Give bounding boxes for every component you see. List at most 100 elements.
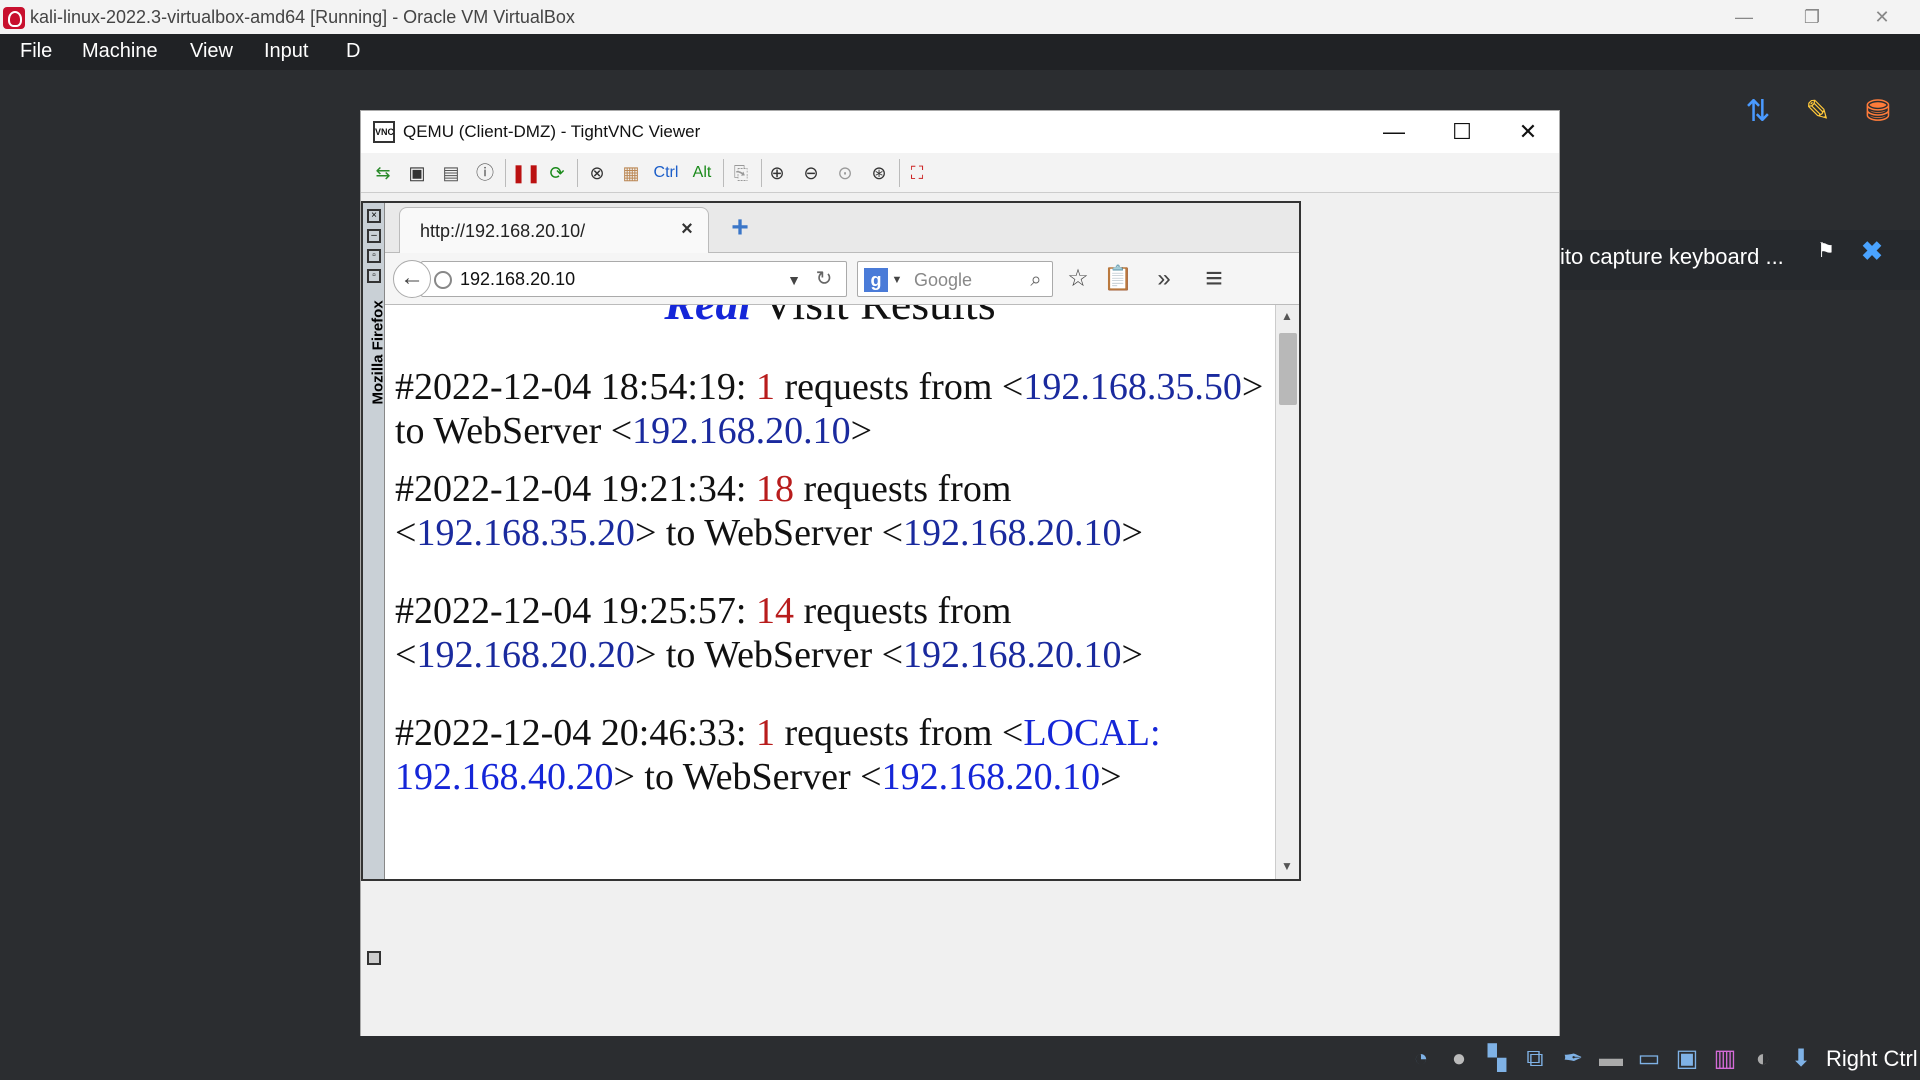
vbox-titlebar: kali-linux-2022.3-virtualbox-amd64 [Runn… [0, 0, 1920, 34]
entry-server-ip: 192.168.20.10 [632, 410, 851, 452]
close-button[interactable]: ✕ [1852, 2, 1912, 32]
new-tab-button[interactable]: + [727, 213, 753, 243]
vnc-window-title: QEMU (Client-DMZ) - TightVNC Viewer [403, 122, 701, 141]
entry-text: > [1100, 756, 1122, 798]
fullscreen-icon[interactable]: ⛶ [905, 161, 929, 185]
visit-entry: #2022-12-04 19:21:34: 18 requests from <… [395, 467, 1265, 555]
mouse-integration-icon[interactable]: ◐ [1748, 1044, 1778, 1074]
host-key-label: Right Ctrl [1826, 1046, 1918, 1071]
entry-text: > to WebServer < [634, 512, 904, 554]
entry-timestamp: #2022-12-04 20:46:33: [395, 712, 756, 754]
restore-button[interactable]: ❐ [1782, 2, 1842, 32]
close-icon[interactable]: ✖ [1856, 236, 1888, 268]
audio-icon[interactable]: ▚ [1482, 1044, 1512, 1074]
zoom-fit-icon[interactable]: ⊛ [867, 161, 891, 185]
ctrl-alt-del-icon[interactable]: ⊗ [585, 161, 609, 185]
close-icon[interactable]: × [367, 209, 381, 223]
menu-file[interactable]: File [20, 40, 52, 63]
cpu-icon[interactable]: ▥ [1710, 1044, 1740, 1074]
url-bar[interactable]: 192.168.20.10 ▼ ↻ [421, 261, 847, 297]
overflow-icon[interactable]: » [1147, 263, 1181, 295]
pause-icon[interactable]: ❚❚ [511, 161, 541, 185]
info-icon[interactable]: ⓘ [473, 161, 497, 185]
start-menu-icon[interactable]: ▦ [619, 161, 643, 185]
page-scrollbar-thumb[interactable] [1279, 333, 1297, 405]
menu-view[interactable]: View [190, 40, 233, 63]
window-menu-icon[interactable] [367, 951, 381, 965]
pin-icon[interactable]: ✎ [1798, 92, 1838, 132]
vm-display[interactable]: ⇅ ✎ ⛃ ito capture keyboard ... ⚑ ✖ losst… [0, 70, 1920, 1080]
maximize-icon[interactable]: ▫ [367, 249, 381, 263]
hamburger-menu-icon[interactable]: ≡ [1197, 263, 1231, 295]
network-icon[interactable]: ⛃ [1858, 92, 1898, 132]
network-adapter-icon[interactable]: ⧉ [1520, 1044, 1550, 1074]
url-text[interactable]: 192.168.20.10 [460, 269, 575, 290]
virtualbox-icon [3, 7, 25, 29]
new-connection-icon[interactable]: ⇆ [371, 161, 395, 185]
restore-icon[interactable]: ▫ [367, 269, 381, 283]
entry-count: 18 [755, 468, 794, 510]
scroll-up-icon[interactable]: ▲ [1278, 307, 1296, 325]
options-icon[interactable]: ▤ [439, 161, 463, 185]
vnc-minimize-button[interactable]: — [1361, 111, 1427, 153]
keyboard-capture-icon[interactable]: ⬇ [1786, 1044, 1816, 1074]
alt-key-button[interactable]: Alt [687, 161, 717, 185]
refresh-icon[interactable]: ⟳ [545, 161, 569, 185]
search-engine-dropdown-icon[interactable]: ▼ [890, 268, 904, 292]
back-button[interactable]: ← [393, 260, 431, 298]
display-icon[interactable]: ▭ [1634, 1044, 1664, 1074]
optical-drive-icon[interactable]: ● [1444, 1044, 1474, 1074]
entry-server-ip: 192.168.20.10 [903, 512, 1122, 554]
zoom-out-icon[interactable]: ⊖ [799, 161, 823, 185]
usb-icon[interactable]: ✒ [1558, 1044, 1588, 1074]
entry-count: 1 [755, 366, 775, 408]
vnc-titlebar: VNC QEMU (Client-DMZ) - TightVNC Viewer … [361, 111, 1559, 153]
vnc-maximize-button[interactable]: ☐ [1429, 111, 1495, 153]
entry-text: > [1121, 634, 1143, 676]
sort-icon[interactable]: ⇅ [1738, 92, 1778, 132]
entry-server-ip: 192.168.20.10 [903, 634, 1122, 676]
entry-text: requests from < [774, 366, 1024, 408]
reload-icon[interactable]: ↻ [812, 266, 836, 292]
zoom-in-icon[interactable]: ⊕ [765, 161, 789, 185]
toolbar-separator [761, 159, 762, 187]
minimize-button[interactable]: — [1714, 2, 1774, 32]
firefox-window-sidebar: × – ▫ ▫ Mozilla Firefox [363, 203, 387, 965]
bookmark-star-icon[interactable]: ☆ [1061, 263, 1095, 295]
entry-source-ip: 192.168.35.50 [1023, 366, 1242, 408]
vnc-close-button[interactable]: ✕ [1495, 111, 1561, 153]
shared-folders-icon[interactable]: ▬ [1596, 1044, 1626, 1074]
search-placeholder: Google [914, 270, 973, 290]
visit-entry: #2022-12-04 19:25:57: 14 requests from <… [395, 589, 1265, 677]
toolbar-separator [899, 159, 900, 187]
search-icon[interactable]: ⌕ [1024, 268, 1048, 292]
search-box[interactable]: g ▼ Google ⌕ [857, 261, 1053, 297]
chevron-down-icon[interactable]: ▼ [784, 268, 804, 292]
visit-entry: #2022-12-04 20:46:33: 1 requests from <L… [395, 711, 1265, 799]
menu-input[interactable]: Input [264, 40, 308, 63]
save-icon[interactable]: ▣ [405, 161, 429, 185]
page-scrollbar[interactable]: ▲ ▼ [1275, 305, 1299, 879]
window-title: kali-linux-2022.3-virtualbox-amd64 [Runn… [30, 7, 575, 27]
menu-machine[interactable]: Machine [82, 40, 158, 63]
scroll-down-icon[interactable]: ▼ [1278, 857, 1296, 875]
entry-source-ip: 192.168.35.20 [416, 512, 635, 554]
vbox-status-bar: ◔ ● ▚ ⧉ ✒ ▬ ▭ ▣ ▥ ◐ ⬇ Right Ctrl [0, 1036, 1920, 1080]
menu-devices[interactable]: D [346, 40, 360, 63]
hard-disk-icon[interactable]: ◔ [1406, 1044, 1436, 1074]
tab-close-icon[interactable]: × [676, 218, 698, 240]
entry-text: requests from < [774, 712, 1024, 754]
entry-count: 1 [755, 712, 775, 754]
minimize-icon[interactable]: – [367, 229, 381, 243]
recording-icon[interactable]: ▣ [1672, 1044, 1702, 1074]
zoom-100-icon[interactable]: ⊙ [833, 161, 857, 185]
heading-emphasis: Real [664, 305, 751, 329]
google-icon[interactable]: g [864, 268, 888, 292]
flag-icon[interactable]: ⚑ [1810, 238, 1842, 268]
tab-webserver[interactable]: http://192.168.20.10/ × [399, 207, 709, 253]
entry-text: > to WebServer < [613, 756, 882, 798]
clipboard-icon[interactable]: 📋 [1101, 263, 1135, 295]
entry-source-ip: 192.168.20.20 [416, 634, 635, 676]
clipboard-icon[interactable]: ⎘ [729, 161, 753, 185]
ctrl-key-button[interactable]: Ctrl [649, 161, 683, 185]
